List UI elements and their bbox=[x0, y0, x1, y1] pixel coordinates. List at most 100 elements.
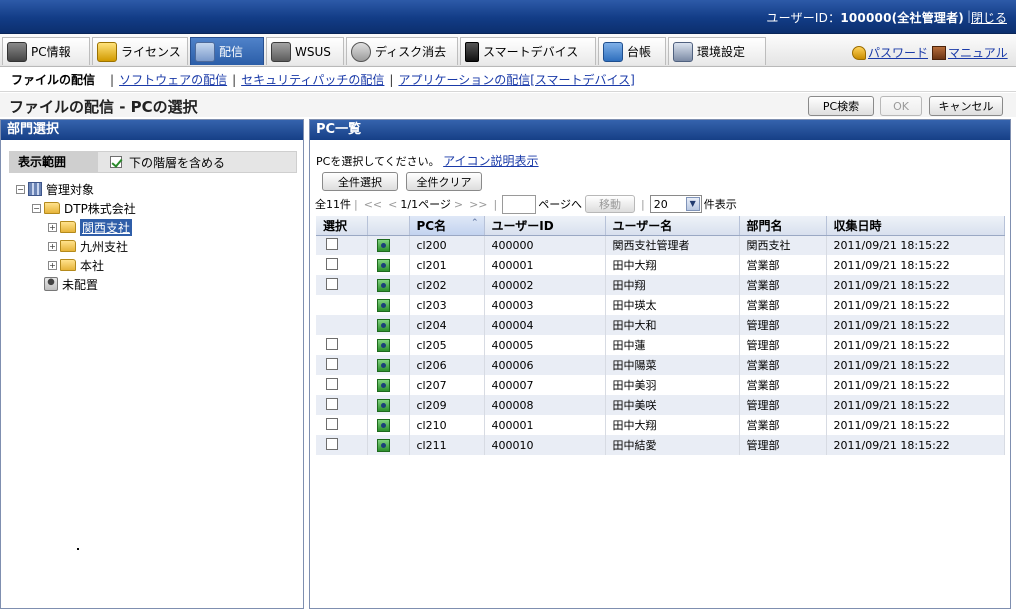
goto-suffix: ページへ bbox=[538, 198, 583, 211]
last-page-button[interactable]: >> bbox=[469, 198, 487, 211]
pc-status-icon bbox=[376, 358, 390, 372]
row-checkbox[interactable] bbox=[326, 397, 338, 410]
row-checkbox[interactable] bbox=[326, 237, 338, 250]
tree-branch-kyushu[interactable]: + 九州支社 bbox=[48, 237, 128, 255]
department-cell: 営業部 bbox=[739, 275, 827, 295]
folder-icon bbox=[60, 221, 76, 233]
row-checkbox[interactable] bbox=[326, 257, 338, 270]
table-row[interactable]: cl210 400001 田中大翔 営業部 2011/09/21 18:15:22 bbox=[316, 415, 1005, 435]
tree-root[interactable]: − 管理対象 bbox=[16, 180, 94, 198]
col-header-user-name[interactable]: ユーザー名 bbox=[605, 216, 740, 236]
subnav-app-smart-device-link[interactable]: アプリケーションの配信[スマートデバイス] bbox=[398, 71, 634, 88]
first-page-button[interactable]: << bbox=[364, 198, 382, 211]
pc-status-icon bbox=[376, 438, 390, 452]
ok-button[interactable]: OK bbox=[880, 96, 922, 116]
tab-smart-device[interactable]: スマートデバイス bbox=[460, 37, 596, 65]
tree-company[interactable]: − DTP株式会社 bbox=[32, 199, 136, 217]
tab-disk-erase[interactable]: ディスク消去 bbox=[346, 37, 458, 65]
tree-branch-honsha[interactable]: + 本社 bbox=[48, 256, 104, 274]
row-checkbox[interactable] bbox=[326, 377, 338, 390]
row-icon-cell bbox=[367, 315, 410, 335]
row-checkbox[interactable] bbox=[326, 417, 338, 430]
license-icon bbox=[97, 41, 117, 62]
subnav-security-patch-link[interactable]: セキュリティパッチの配信 bbox=[241, 71, 384, 88]
tab-license[interactable]: ライセンス bbox=[92, 37, 188, 65]
close-link[interactable]: 閉じる bbox=[971, 9, 1007, 26]
tree-unassigned[interactable]: 未配置 bbox=[44, 275, 98, 293]
tab-wsus[interactable]: WSUS bbox=[266, 37, 344, 65]
table-row[interactable]: cl204 400004 田中大和 管理部 2011/09/21 18:15:22 bbox=[316, 315, 1005, 335]
expand-icon[interactable]: + bbox=[48, 222, 57, 232]
per-page-select[interactable]: 20 ▼ bbox=[649, 195, 702, 213]
tree-branch-kansai[interactable]: + 関西支社 bbox=[48, 218, 133, 236]
row-checkbox[interactable] bbox=[326, 357, 338, 370]
tab-settings[interactable]: 環境設定 bbox=[668, 37, 766, 65]
manual-link[interactable]: マニュアル bbox=[948, 44, 1008, 61]
user-id-cell: 400001 bbox=[484, 415, 606, 435]
table-row[interactable]: cl211 400010 田中結愛 管理部 2011/09/21 18:15:22 bbox=[316, 435, 1005, 455]
user-name-cell: 田中美羽 bbox=[605, 375, 740, 395]
pc-name-cell: cl202 bbox=[409, 275, 485, 295]
row-icon-cell bbox=[367, 335, 410, 355]
select-all-button[interactable]: 全件選択 bbox=[322, 172, 398, 191]
user-id-cell: 400006 bbox=[484, 355, 606, 375]
include-lower-checkbox[interactable] bbox=[110, 156, 122, 168]
pc-table: 選択 PC名 ⌃ ユーザーID ユーザー名 部門名 収集日時 cl200 40000… bbox=[316, 216, 1005, 455]
col-header-pc-name[interactable]: PC名 ⌃ bbox=[409, 216, 485, 236]
table-row[interactable]: cl205 400005 田中蓮 管理部 2011/09/21 18:15:22 bbox=[316, 335, 1005, 355]
table-row[interactable]: cl209 400008 田中美咲 管理部 2011/09/21 18:15:22 bbox=[316, 395, 1005, 415]
table-row[interactable]: cl206 400006 田中陽菜 営業部 2011/09/21 18:15:22 bbox=[316, 355, 1005, 375]
tab-distribution[interactable]: 配信 bbox=[190, 37, 264, 65]
top-header: ユーザーID：100000(全社管理者) | 閉じる bbox=[0, 0, 1016, 34]
table-row[interactable]: cl202 400002 田中翔 営業部 2011/09/21 18:15:22 bbox=[316, 275, 1005, 295]
scope-label: 表示範囲 bbox=[10, 152, 98, 172]
next-page-button[interactable]: > bbox=[454, 198, 463, 211]
department-cell: 営業部 bbox=[739, 355, 827, 375]
row-icon-cell bbox=[367, 375, 410, 395]
password-link[interactable]: パスワード bbox=[868, 44, 928, 61]
col-header-collected-at[interactable]: 収集日時 bbox=[826, 216, 1005, 236]
expand-icon[interactable]: + bbox=[48, 241, 57, 251]
cancel-button[interactable]: キャンセル bbox=[929, 96, 1003, 116]
user-id-cell: 400001 bbox=[484, 255, 606, 275]
expand-icon[interactable]: + bbox=[48, 260, 57, 270]
user-name-cell: 田中蓮 bbox=[605, 335, 740, 355]
password-link-wrap: パスワード bbox=[852, 44, 928, 61]
row-select-cell bbox=[316, 255, 368, 275]
prev-page-button[interactable]: < bbox=[388, 198, 397, 211]
user-name-cell: 田中翔 bbox=[605, 275, 740, 295]
pc-status-icon bbox=[376, 239, 390, 252]
table-row[interactable]: cl203 400003 田中瑛太 営業部 2011/09/21 18:15:22 bbox=[316, 295, 1005, 315]
page-number-input[interactable] bbox=[502, 194, 537, 214]
ledger-icon bbox=[603, 41, 623, 62]
row-select-cell bbox=[316, 375, 368, 395]
department-cell: 管理部 bbox=[739, 435, 827, 455]
folder-icon bbox=[44, 202, 60, 214]
user-id-cell: 400008 bbox=[484, 395, 606, 415]
pc-search-button[interactable]: PC検索 bbox=[808, 96, 874, 116]
col-header-select: 選択 bbox=[316, 216, 368, 236]
tab-pc-info[interactable]: PC情報 bbox=[2, 37, 90, 65]
user-info: ユーザーID：100000(全社管理者) bbox=[766, 11, 964, 25]
icon-help-link[interactable]: アイコン説明表示 bbox=[443, 154, 538, 168]
table-row[interactable]: cl201 400001 田中大翔 営業部 2011/09/21 18:15:22 bbox=[316, 255, 1005, 275]
tab-ledger[interactable]: 台帳 bbox=[598, 37, 666, 65]
move-button[interactable]: 移動 bbox=[585, 195, 636, 213]
row-icon-cell bbox=[367, 395, 410, 415]
row-checkbox[interactable] bbox=[326, 337, 338, 350]
collapse-icon[interactable]: − bbox=[16, 184, 25, 194]
row-checkbox[interactable] bbox=[326, 437, 338, 450]
col-header-department[interactable]: 部門名 bbox=[739, 216, 827, 236]
col-header-user-id[interactable]: ユーザーID bbox=[484, 216, 606, 236]
collected-at-cell: 2011/09/21 18:15:22 bbox=[826, 355, 1005, 375]
row-icon-cell bbox=[367, 355, 410, 375]
table-row[interactable]: cl207 400007 田中美羽 営業部 2011/09/21 18:15:22 bbox=[316, 375, 1005, 395]
clear-all-button[interactable]: 全件クリア bbox=[406, 172, 482, 191]
collapse-icon[interactable]: − bbox=[32, 203, 41, 213]
row-checkbox[interactable] bbox=[326, 277, 338, 290]
user-id-cell: 400003 bbox=[484, 295, 606, 315]
table-row[interactable]: cl200 400000 関西支社管理者 関西支社 2011/09/21 18:15:2… bbox=[316, 235, 1005, 255]
folder-icon bbox=[60, 240, 76, 252]
subnav-software-link[interactable]: ソフトウェアの配信 bbox=[119, 71, 227, 88]
pc-name-cell: cl207 bbox=[409, 375, 485, 395]
